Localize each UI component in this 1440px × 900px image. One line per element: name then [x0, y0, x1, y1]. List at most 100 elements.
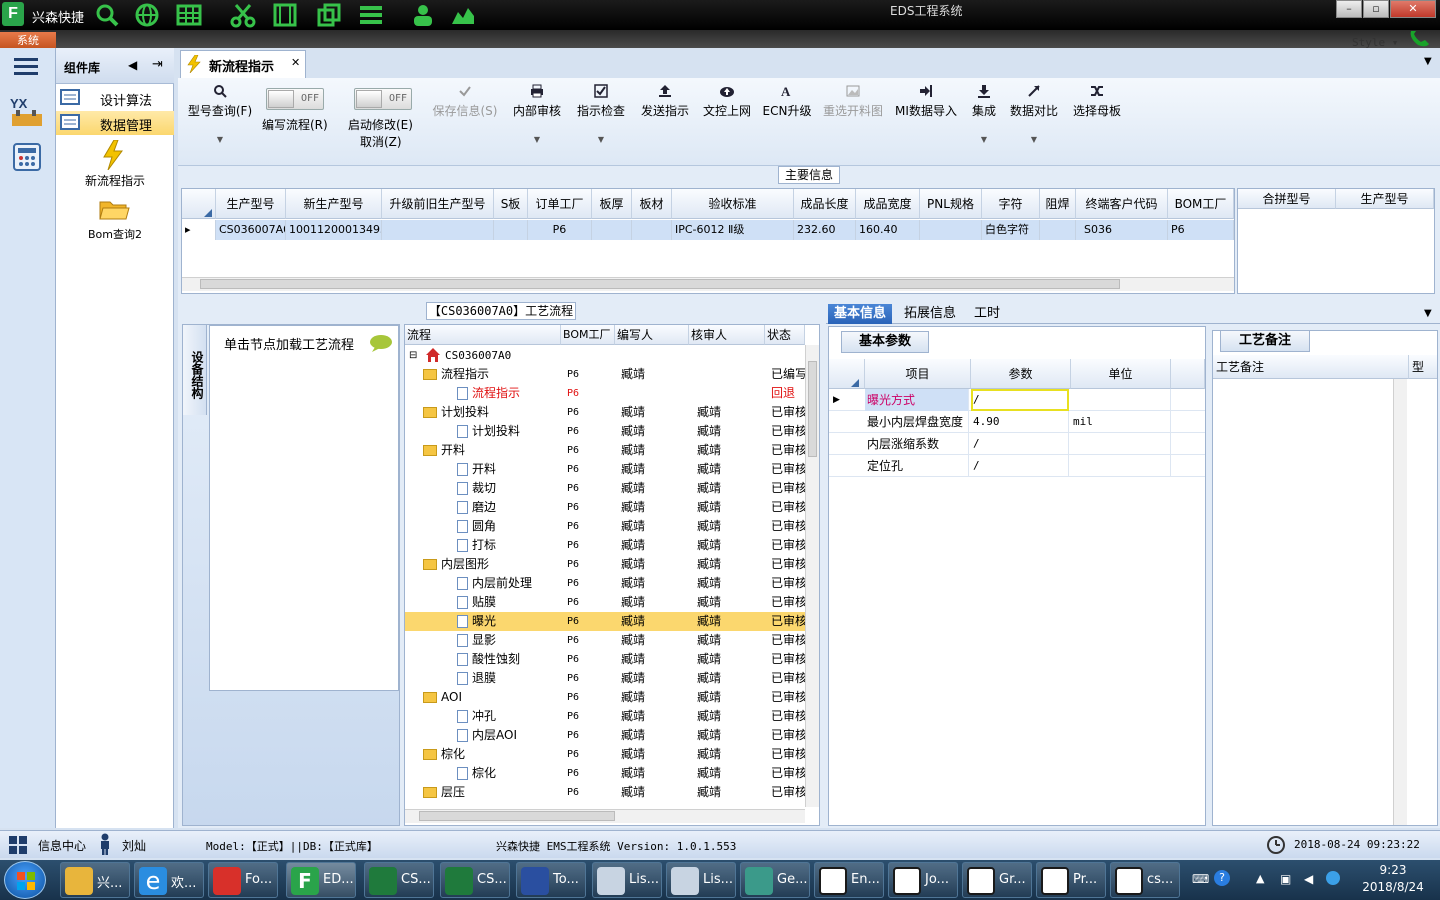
film-icon[interactable] — [272, 2, 298, 28]
doc-tab-new-flow[interactable]: 新流程指示 ✕ — [180, 50, 306, 78]
grid-header[interactable]: PNL规格 — [920, 189, 982, 219]
grid-header[interactable]: 成品长度 — [794, 189, 856, 219]
tree-row[interactable]: 流程指示 P6 臧靖 已编写 — [405, 365, 805, 384]
speaker-icon[interactable]: ◀ — [1304, 872, 1313, 886]
help-icon[interactable]: ? — [1214, 870, 1230, 886]
enable-modify-toggle[interactable]: OFF — [354, 88, 412, 110]
start-button[interactable] — [4, 861, 46, 899]
system-tab[interactable]: 系统 — [0, 32, 56, 49]
taskbar-item-active[interactable]: F ED... — [286, 862, 356, 898]
tree-row[interactable]: 内层图形 P6 臧靖 臧靖 已审核 — [405, 555, 805, 574]
grid-header[interactable]: 终端客户代码 — [1076, 189, 1168, 219]
grid-header[interactable]: BOM工厂 — [1168, 189, 1234, 219]
grid-header[interactable]: 板材 — [632, 189, 672, 219]
user-icon[interactable] — [410, 2, 436, 28]
grid-cell[interactable]: P6 — [528, 220, 592, 240]
taskbar-item[interactable]: To... — [516, 862, 586, 898]
taskbar-item[interactable]: CS... — [440, 862, 510, 898]
scissors-icon[interactable] — [230, 2, 256, 28]
copy-icon[interactable] — [316, 2, 342, 28]
grid-cell[interactable] — [494, 220, 528, 240]
integrate-button[interactable]: 集成 ▼ — [968, 82, 1000, 144]
taskbar-item[interactable]: Lis... — [592, 862, 662, 898]
grid-cell[interactable]: 232.60 — [794, 220, 856, 240]
param-header[interactable]: 单位 — [1071, 359, 1171, 389]
launcher-bom-query[interactable]: Bom查询2 — [56, 196, 174, 241]
tree-row[interactable]: 冲孔 P6 臧靖 臧靖 已审核 — [405, 707, 805, 726]
grid-cell[interactable] — [920, 220, 982, 240]
tree-row[interactable]: 棕化 P6 臧靖 臧靖 已审核 — [405, 764, 805, 783]
equipment-structure-tab[interactable]: 设备结构 — [183, 325, 207, 415]
internal-review-button[interactable]: 内部审核 ▼ — [510, 82, 564, 144]
factory-icon[interactable]: YX — [8, 94, 48, 130]
grid-header[interactable]: 生产型号 — [216, 189, 286, 219]
area-chart-icon[interactable] — [450, 2, 476, 28]
tree-row[interactable]: 裁切 P6 臧靖 臧靖 已审核 — [405, 479, 805, 498]
grid-cell[interactable]: 10011200013495 — [286, 220, 382, 240]
scroll-thumb[interactable] — [419, 811, 615, 821]
tree-row[interactable]: 层压 P6 臧靖 臧靖 已审核 — [405, 783, 805, 802]
tree-row[interactable]: 开料 P6 臧靖 臧靖 已审核 — [405, 460, 805, 479]
tree-row[interactable]: AOI P6 臧靖 臧靖 已审核 — [405, 688, 805, 707]
grid-header[interactable]: 新生产型号 — [286, 189, 382, 219]
tray-expand-icon[interactable]: ▲ — [1256, 872, 1264, 885]
remark-header-2[interactable]: 型 — [1409, 355, 1437, 379]
send-instruction-button[interactable]: 发送指示 — [638, 82, 692, 119]
write-flow-toggle[interactable]: OFF — [266, 88, 324, 110]
param-row[interactable]: ▶ 曝光方式 / — [829, 389, 1205, 411]
tree-row[interactable]: 显影 P6 臧靖 臧靖 已审核 — [405, 631, 805, 650]
grid-header[interactable]: 板厚 — [592, 189, 632, 219]
main-grid-scrollbar[interactable] — [182, 277, 1234, 291]
tree-row[interactable]: 流程指示 P6 回退 — [405, 384, 805, 403]
scroll-thumb[interactable] — [200, 279, 1120, 289]
grid-header[interactable]: 验收标准 — [672, 189, 794, 219]
launcher-new-flow[interactable]: 新流程指示 — [56, 140, 174, 188]
remark-tab[interactable]: 工艺备注 — [1220, 330, 1310, 352]
tree-row[interactable]: 计划投料 P6 臧靖 臧靖 已审核 — [405, 403, 805, 422]
info-center-link[interactable]: 信息中心 — [38, 837, 86, 854]
grid-cell[interactable]: 白色字符 — [982, 220, 1040, 240]
tree-row[interactable]: 退膜 P6 臧靖 臧靖 已审核 — [405, 669, 805, 688]
param-row[interactable]: 定位孔 / — [829, 455, 1205, 477]
tab-man-hours[interactable]: 工时 — [968, 304, 1006, 324]
tree-row[interactable]: 棕化 P6 臧靖 臧靖 已审核 — [405, 745, 805, 764]
data-compare-button[interactable]: 数据对比 ▼ — [1008, 82, 1060, 144]
pin-icon[interactable]: ⇥ — [152, 57, 163, 72]
tree-hscrollbar[interactable] — [405, 809, 805, 823]
param-row[interactable]: 最小内层焊盘宽度 4.90 mil — [829, 411, 1205, 433]
doc-tab-close-icon[interactable]: ✕ — [291, 56, 300, 69]
minimize-button[interactable]: – — [1336, 0, 1362, 18]
tab-extended-info[interactable]: 拓展信息 — [898, 304, 962, 324]
param-row[interactable]: 内层涨缩系数 / — [829, 433, 1205, 455]
tree-row[interactable]: 贴膜 P6 臧靖 臧靖 已审核 — [405, 593, 805, 612]
grid-header[interactable]: 合拼型号 — [1238, 189, 1336, 209]
taskbar-item[interactable]: Pr... — [1036, 862, 1106, 898]
tab-basic-info[interactable]: 基本信息 — [828, 304, 893, 324]
component-item-data-management[interactable]: 数据管理 — [56, 111, 174, 135]
grid-cell[interactable] — [632, 220, 672, 240]
doc-upload-button[interactable]: 文控上网 — [700, 82, 754, 119]
tree-vscrollbar[interactable] — [805, 345, 819, 807]
calculator-icon[interactable] — [12, 142, 44, 172]
param-header[interactable]: 参数 — [971, 359, 1071, 389]
grid-cell[interactable]: IPC-6012 Ⅱ级 — [672, 220, 794, 240]
grid-header[interactable]: 字符 — [982, 189, 1040, 219]
mi-import-button[interactable]: MI数据导入 — [894, 82, 958, 119]
close-button[interactable]: ✕ — [1390, 0, 1436, 18]
grid-cell[interactable] — [1040, 220, 1076, 240]
security-icon[interactable] — [1326, 871, 1340, 885]
remark-header[interactable]: 工艺备注 — [1213, 355, 1409, 379]
instruction-check-button[interactable]: 指示检查 ▼ — [574, 82, 628, 144]
grid-cell[interactable] — [592, 220, 632, 240]
globe-icon[interactable] — [134, 2, 160, 28]
param-header[interactable]: 项目 — [865, 359, 971, 389]
remark-scrollbar[interactable] — [1393, 379, 1407, 825]
taskbar-item[interactable]: e 欢... — [134, 862, 204, 898]
taskbar-item[interactable]: cs... — [1110, 862, 1180, 898]
tree-row[interactable]: 打标 P6 臧靖 臧靖 已审核 — [405, 536, 805, 555]
tree-header[interactable]: 编写人 — [615, 325, 689, 345]
grid-cell[interactable]: S036 — [1076, 220, 1168, 240]
scroll-thumb[interactable] — [808, 361, 817, 457]
tree-header[interactable]: BOM工厂 — [561, 325, 615, 345]
model-query-button[interactable]: 型号查询(F) ▼ — [184, 82, 256, 144]
